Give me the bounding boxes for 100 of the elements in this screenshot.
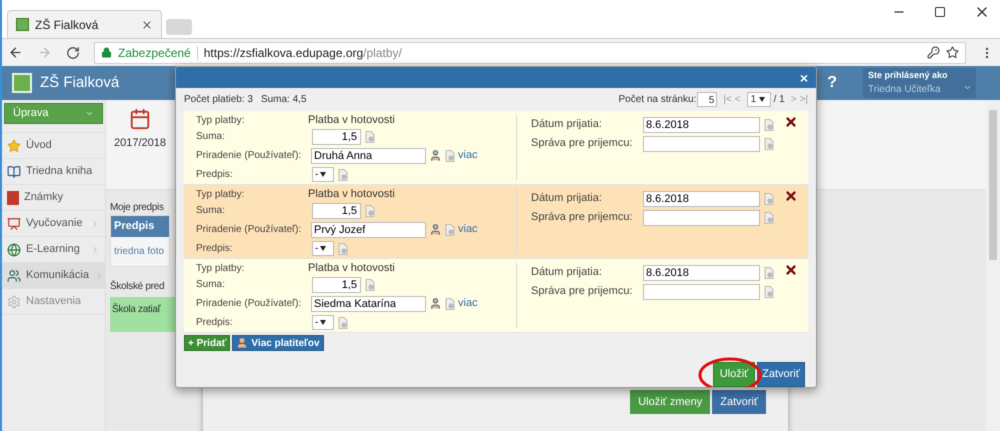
sidebar-label: Nastavenia (26, 294, 82, 310)
more-link[interactable]: viac (458, 147, 478, 164)
more-payers-button[interactable]: Viac platiteľov (232, 335, 324, 351)
payment-row[interactable]: Typ platby: Platba v hotovosti Suma: 1,5 Priradenie (Používateľ): Prvý Jozef viac Predpis: - Dátum prijatia: 8.6.2018 Správa pre prijemcu: (184, 185, 808, 259)
maximize-icon[interactable] (934, 6, 946, 18)
field-label: Správa pre prijemcu: (531, 284, 634, 300)
payment-row[interactable]: Typ platby: Platba v hotovosti Suma: 1,5 Priradenie (Používateľ): Siedma Katarína viac Predpis: - Dátum prijatia: 8.6.2018 Správa pre prijemcu: (184, 259, 808, 333)
forward-icon[interactable] (37, 45, 52, 60)
save-changes-button[interactable]: Uložiť zmeny (630, 390, 710, 414)
document-icon[interactable] (365, 204, 375, 216)
delete-icon[interactable] (784, 263, 798, 277)
per-page-field[interactable]: 5 (697, 92, 718, 108)
document-icon[interactable] (764, 212, 774, 224)
delete-icon[interactable] (784, 115, 798, 129)
users-icon (7, 268, 21, 282)
help-button[interactable]: ? (827, 71, 837, 95)
back-icon[interactable] (8, 45, 23, 60)
more-link[interactable]: viac (458, 295, 478, 312)
document-icon[interactable] (764, 118, 774, 130)
field-label: Dátum prijatia: (531, 117, 603, 132)
payment-type: Platba v hotovosti (308, 112, 395, 128)
payer-field[interactable]: Druhá Anna (311, 148, 426, 164)
page-select[interactable]: 1 (746, 92, 771, 108)
payer-field[interactable]: Prvý Jozef (311, 222, 426, 238)
user-icon[interactable] (429, 297, 442, 310)
document-icon[interactable] (365, 278, 375, 290)
user-icon[interactable] (429, 223, 442, 236)
sidebar-item[interactable]: Komunikácia (2, 263, 105, 289)
payment-type: Platba v hotovosti (308, 186, 395, 202)
close-dialog-button[interactable]: Zatvoriť (757, 362, 805, 387)
amount-field[interactable]: 1,5 (312, 128, 361, 144)
amount-field[interactable]: 1,5 (312, 202, 361, 218)
date-field[interactable]: 8.6.2018 (643, 264, 760, 280)
address-bar[interactable]: Zabezpečené https://zsfialkova.edupage.org/platby/ (94, 42, 966, 64)
globe-icon (7, 242, 21, 256)
payment-total: Suma: 4,5 (260, 93, 307, 108)
close-button[interactable]: × (800, 70, 808, 85)
sidebar-item[interactable]: Úvod (2, 133, 105, 159)
rule-select[interactable]: - (312, 315, 334, 330)
sidebar-item[interactable]: Triedna kniha (2, 159, 105, 185)
book-icon (7, 164, 21, 178)
save-button[interactable]: Uložiť (713, 362, 755, 387)
security-label: Zabezpečené (118, 44, 191, 62)
document-icon[interactable] (338, 168, 348, 180)
field-label: Suma: (196, 130, 226, 144)
new-tab-button[interactable] (166, 19, 192, 35)
delete-icon[interactable] (784, 189, 798, 203)
close-button[interactable]: Zatvoriť (712, 390, 766, 414)
field-label: Dátum prijatia: (531, 265, 603, 280)
date-field[interactable]: 8.6.2018 (643, 190, 760, 206)
sidebar-label: Úvod (26, 138, 53, 154)
lock-icon (101, 47, 112, 58)
amount-field[interactable]: 1,5 (312, 276, 361, 292)
document-icon[interactable] (764, 138, 774, 150)
document-icon[interactable] (445, 224, 455, 236)
document-icon[interactable] (764, 192, 774, 204)
per-page-label: Počet na stránku: (618, 93, 696, 108)
field-label: Typ platby: (196, 114, 246, 128)
add-button[interactable]: + Pridať (184, 335, 230, 351)
rule-select[interactable]: - (312, 241, 334, 256)
document-icon[interactable] (365, 130, 375, 142)
grade-book-icon (7, 190, 19, 204)
sidebar-label: E-Learning (26, 242, 81, 258)
reload-icon[interactable] (66, 46, 80, 60)
close-icon[interactable] (141, 18, 153, 30)
field-label: Suma: (196, 204, 226, 218)
document-icon[interactable] (764, 266, 774, 278)
message-field[interactable] (643, 210, 760, 226)
date-field[interactable]: 8.6.2018 (643, 116, 760, 132)
document-icon[interactable] (764, 286, 774, 298)
sidebar-label: Komunikácia (26, 268, 89, 284)
presentation-icon (7, 216, 21, 230)
payer-field[interactable]: Siedma Katarína (311, 296, 426, 312)
document-icon[interactable] (338, 316, 348, 328)
payment-count: Počet platieb: 3 (184, 93, 253, 108)
user-menu[interactable]: Ste prihlásený ako Triedna Učiteľka (863, 68, 976, 98)
settings-icon (7, 294, 21, 308)
sidebar-item[interactable]: Vyučovanie (2, 211, 105, 237)
more-link[interactable]: viac (458, 221, 478, 238)
user-icon[interactable] (429, 149, 442, 162)
rule-select[interactable]: - (312, 167, 334, 182)
document-icon[interactable] (445, 150, 455, 162)
key-icon[interactable] (927, 46, 940, 59)
document-icon[interactable] (445, 298, 455, 310)
payment-row[interactable]: Typ platby: Platba v hotovosti Suma: 1,5 Priradenie (Používateľ): Druhá Anna viac Predpis: - Dátum prijatia: 8.6.2018 Správa pre prijemcu: (184, 111, 808, 185)
school-year: 2017/2018 (114, 136, 166, 151)
school-name: ZŠ Fialková (40, 72, 120, 93)
calendar-icon[interactable] (129, 108, 151, 130)
caret-icon (320, 172, 326, 177)
tab-title: ZŠ Fialková (35, 16, 100, 34)
bookmark-star-icon[interactable] (946, 46, 959, 59)
caret-icon (320, 320, 326, 325)
sidebar-item[interactable]: Známky (2, 185, 105, 211)
document-icon[interactable] (338, 242, 348, 254)
message-field[interactable] (643, 284, 760, 300)
message-field[interactable] (643, 136, 760, 152)
browser-tab[interactable]: ZŠ Fialková (7, 10, 162, 38)
field-label: Správa pre prijemcu: (531, 210, 634, 226)
star-icon (7, 138, 21, 152)
scrollbar[interactable] (989, 110, 997, 260)
